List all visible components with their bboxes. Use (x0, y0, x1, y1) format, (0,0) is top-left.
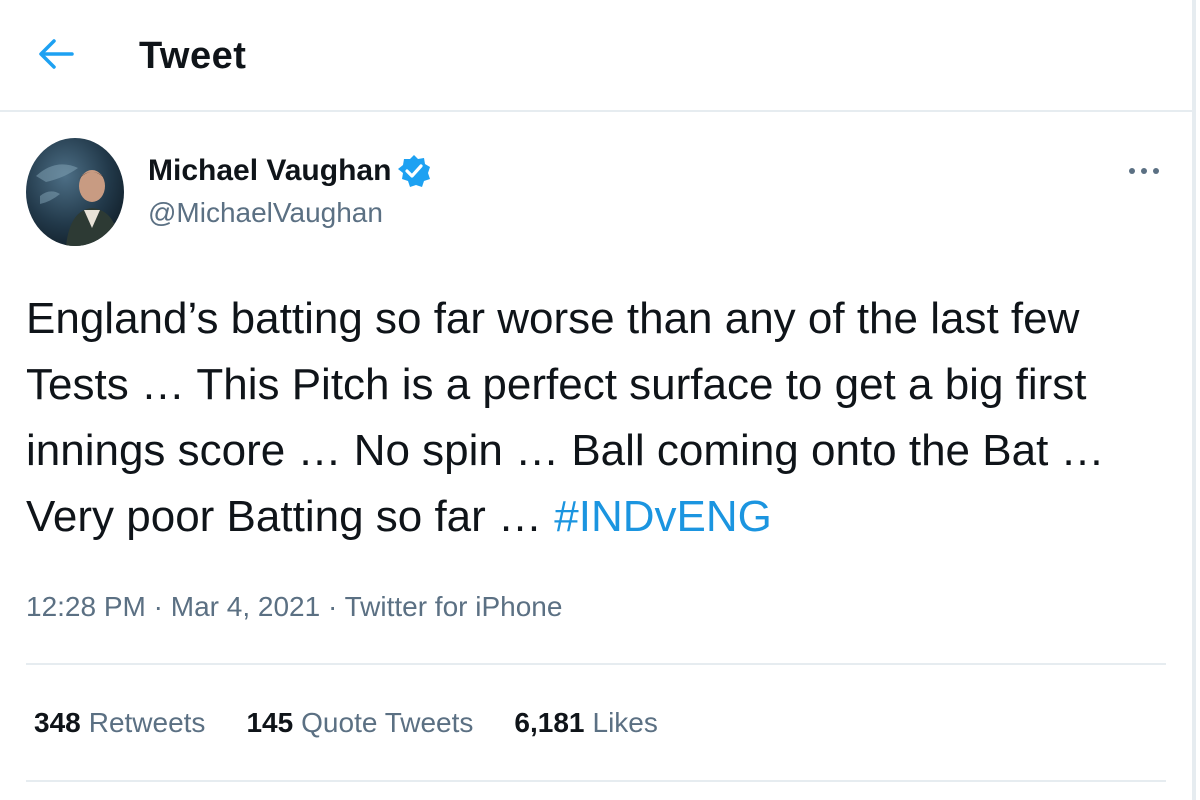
author-name[interactable]: Michael Vaughan (148, 153, 391, 189)
tweet-date[interactable]: Mar 4, 2021 (171, 591, 320, 622)
retweets-count: 348 (34, 707, 81, 738)
divider (26, 663, 1166, 665)
top-bar: Tweet (0, 0, 1192, 112)
retweets-link[interactable]: 348 Retweets (34, 704, 205, 742)
meta-separator: · (320, 591, 345, 622)
quote-tweets-link[interactable]: 145 Quote Tweets (246, 704, 473, 742)
arrow-left-icon (39, 39, 74, 69)
meta-separator: · (145, 591, 171, 622)
back-button[interactable] (34, 34, 78, 74)
tweet-source[interactable]: Twitter for iPhone (345, 591, 563, 622)
verified-badge-icon (396, 153, 432, 189)
tweet-time[interactable]: 12:28 PM (26, 591, 146, 622)
tweet-text-line: Very poor Batting so far … (26, 492, 555, 541)
likes-label: Likes (592, 707, 658, 738)
quote-tweets-label: Quote Tweets (301, 707, 474, 738)
hashtag-link[interactable]: #INDvENG (554, 492, 772, 541)
divider (26, 780, 1166, 782)
retweets-label: Retweets (88, 707, 206, 738)
avatar-photo (26, 138, 124, 246)
more-horizontal-icon (1129, 168, 1159, 174)
quote-tweets-count: 145 (246, 707, 294, 738)
tweet-metadata: 12:28 PM · Mar 4, 2021 · Twitter for iPh… (26, 588, 562, 626)
author-handle[interactable]: @MichaelVaughan (148, 196, 383, 230)
tweet-text-line: England’s batting so far worse than any … (26, 294, 1080, 343)
more-options-button[interactable] (1124, 156, 1164, 186)
tweet-page: Tweet Michael Vaughan @MichaelVaughan En… (0, 0, 1196, 800)
tweet-text-line: Tests … This Pitch is a perfect surface … (26, 360, 1087, 409)
likes-count: 6,181 (514, 707, 585, 738)
page-title: Tweet (139, 35, 247, 77)
tweet-text: England’s batting so far worse than any … (26, 286, 1166, 550)
tweet-text-line: innings score … No spin … Ball coming on… (26, 426, 1105, 475)
avatar[interactable] (26, 138, 124, 246)
likes-link[interactable]: 6,181 Likes (514, 704, 657, 742)
engagement-stats: 348 Retweets 145 Quote Tweets 6,181 Likes (34, 704, 699, 742)
